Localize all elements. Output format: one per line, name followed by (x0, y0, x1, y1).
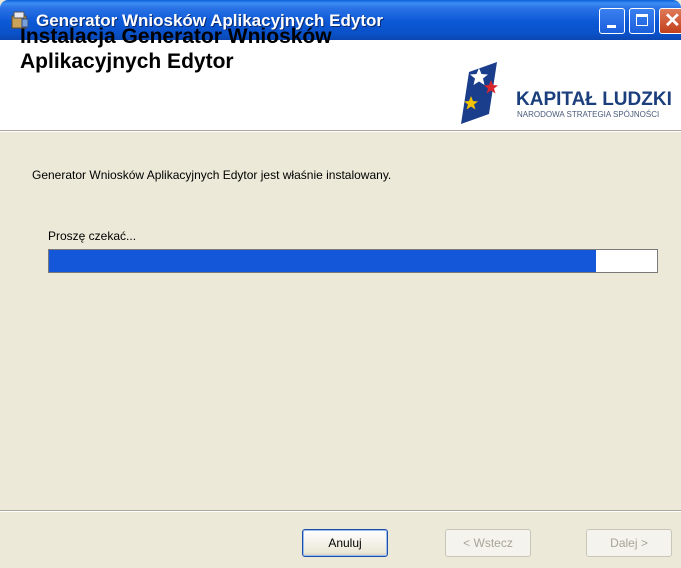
installer-window: Generator Wniosków Aplikacyjnych Edytor … (0, 0, 681, 568)
maximize-icon (636, 14, 648, 26)
close-button[interactable]: ✕ (659, 8, 681, 34)
install-status-text: Generator Wniosków Aplikacyjnych Edytor … (32, 168, 392, 182)
maximize-button[interactable] (629, 8, 655, 34)
minimize-icon (607, 25, 616, 28)
page-title: Instalacja Generator Wniosków Aplikacyjn… (20, 25, 332, 73)
progress-fill (49, 250, 597, 272)
logo-subtitle: NARODOWA STRATEGIA SPÓJNOŚCI (517, 110, 660, 119)
back-button[interactable]: < Wstecz (445, 529, 531, 557)
kapital-ludzki-logo-icon (461, 62, 498, 124)
progress-bar (48, 249, 658, 273)
logo-name: KAPITAŁ LUDZKI (516, 89, 672, 110)
footer-divider-highlight (0, 511, 681, 512)
cancel-button[interactable]: Anuluj (302, 529, 388, 557)
next-button[interactable]: Dalej > (586, 529, 672, 557)
progress-label: Proszę czekać... (48, 229, 137, 243)
header-divider-highlight (0, 131, 681, 132)
minimize-button[interactable] (599, 8, 625, 34)
close-icon: ✕ (664, 10, 681, 32)
